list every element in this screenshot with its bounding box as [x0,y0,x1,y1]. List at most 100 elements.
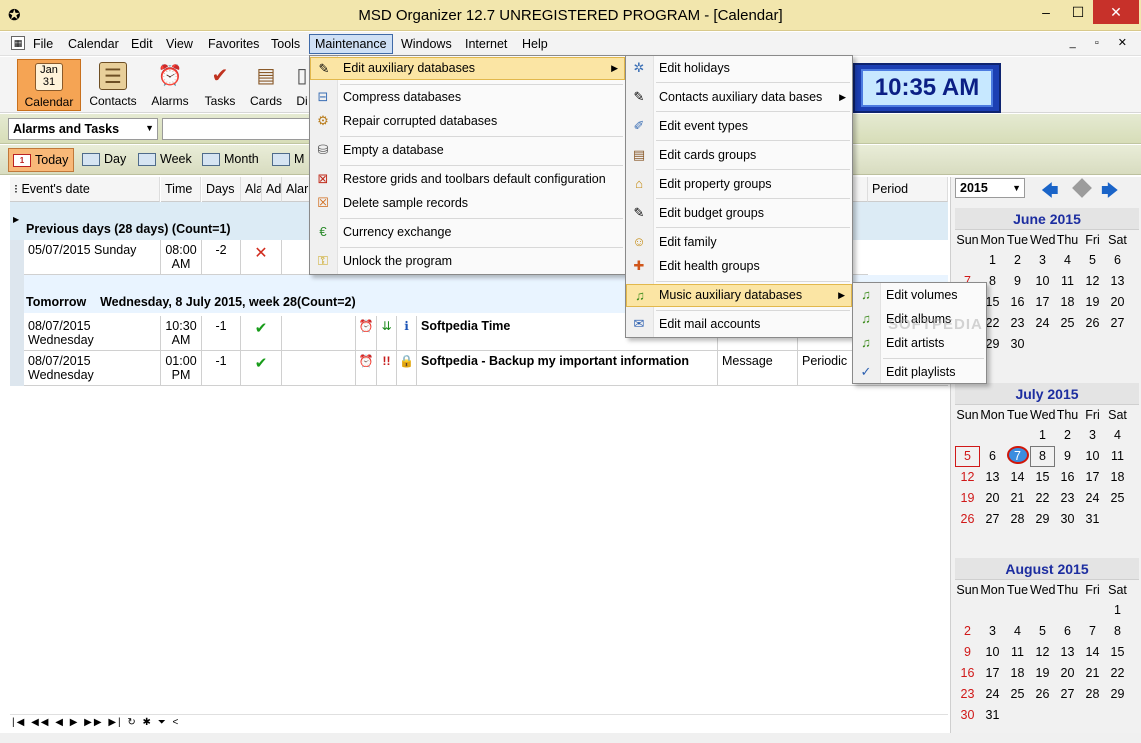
menu-item-edit-auxiliary-databases[interactable]: ✎ Edit auxiliary databases ▶ [310,57,625,80]
calendar-day[interactable]: 26 [955,509,980,530]
calendar-day[interactable]: 24 [980,684,1005,705]
alarms-type-select[interactable]: Alarms and Tasks ▼ [8,118,158,140]
toolbar-cards-button[interactable]: ▤ Cards [244,59,288,111]
calendar-day[interactable]: 8 [1030,446,1055,467]
calendar-day[interactable]: 1 [1030,425,1055,446]
calendar-day[interactable]: 2 [1055,425,1080,446]
month-title[interactable]: July 2015 [955,383,1139,405]
calendar-day[interactable]: 9 [1005,271,1030,292]
calendar-day[interactable]: 23 [955,684,980,705]
calendar-day[interactable]: 25 [1005,684,1030,705]
col-header-date[interactable]: ⁝ Event's date [10,177,160,202]
calendar-day[interactable]: 27 [1055,684,1080,705]
menu-item-edit-volumes[interactable]: ♫ Edit volumes [853,284,986,307]
menu-item-music-aux-databases[interactable]: ♫ Music auxiliary databases ▶ [626,284,852,307]
calendar-day[interactable]: 7 [1080,621,1105,642]
close-button[interactable]: ✕ [1093,0,1139,24]
maximize-button[interactable]: ☐ [1063,0,1093,24]
calendar-day[interactable]: 27 [980,509,1005,530]
calendar-day[interactable]: 31 [1080,509,1105,530]
calendar-day[interactable]: 7 [1005,446,1030,467]
toolbar-calendar-button[interactable]: Jan 31 Calendar [17,59,81,111]
menu-item-unlock-program[interactable]: ⚿ Unlock the program [310,250,625,273]
current-month-diamond-icon[interactable] [1072,178,1092,198]
calendar-day[interactable]: 14 [1080,642,1105,663]
calendar-day[interactable]: 10 [1080,446,1105,467]
calendar-day[interactable]: 11 [1005,642,1030,663]
calendar-day[interactable]: 17 [980,663,1005,684]
calendar-day[interactable]: 6 [980,446,1005,467]
calendar-day[interactable]: 18 [1055,292,1080,313]
menu-calendar[interactable]: Calendar [63,34,124,54]
calendar-day[interactable]: 15 [1030,467,1055,488]
calendar-day[interactable]: 11 [1055,271,1080,292]
calendar-day[interactable]: 9 [955,642,980,663]
calendar-day[interactable]: 13 [1055,642,1080,663]
menu-item-edit-budget-groups[interactable]: ✎ Edit budget groups [626,202,852,225]
calendar-day[interactable]: 17 [1080,467,1105,488]
menu-item-restore-grids[interactable]: ⊠ Restore grids and toolbars default con… [310,168,625,191]
toolbar-contacts-button[interactable]: ☰ Contacts [84,59,142,111]
prev-month-arrow-icon[interactable]: 🡄 [1041,178,1059,207]
calendar-day[interactable]: 20 [1055,663,1080,684]
calendar-day[interactable]: 20 [980,488,1005,509]
table-row[interactable]: 08/07/2015 Wednesday 01:00 PM -1 ✔ ⏰ !! … [10,351,948,386]
menu-item-delete-sample-records[interactable]: ☒ Delete sample records [310,192,625,215]
menu-item-edit-holidays[interactable]: ✲ Edit holidays [626,57,852,80]
calendar-day[interactable]: 10 [980,642,1005,663]
calendar-day[interactable]: 19 [1080,292,1105,313]
month-title[interactable]: June 2015 [955,208,1139,230]
menu-item-compress-databases[interactable]: ⊟ Compress databases [310,86,625,109]
menu-item-currency-exchange[interactable]: € Currency exchange [310,221,625,244]
calendar-day[interactable]: 19 [955,488,980,509]
toolbar-alarms-button[interactable]: ⏰ Alarms [146,59,194,111]
menu-item-edit-family[interactable]: ☺ Edit family [626,231,852,254]
menu-item-edit-health-groups[interactable]: ✚ Edit health groups [626,255,852,278]
calendar-day[interactable]: 6 [1105,250,1130,271]
calendar-day[interactable]: 3 [1080,425,1105,446]
calendar-day[interactable]: 12 [1080,271,1105,292]
calendar-day[interactable]: 3 [980,621,1005,642]
col-header-days[interactable]: Days [202,177,241,202]
calendar-day[interactable]: 13 [1105,271,1130,292]
calendar-day[interactable]: 1 [1105,600,1130,621]
calendar-day[interactable]: 16 [1005,292,1030,313]
menu-item-edit-playlists[interactable]: ✓ Edit playlists [853,361,986,384]
col-header-time[interactable]: Time [161,177,201,202]
menu-maintenance[interactable]: Maintenance [309,34,393,54]
record-navigator[interactable]: |◀ ◀◀ ◀ ▶ ▶▶ ▶| ↻ ✱ ⏷ < [10,714,948,732]
calendar-day[interactable]: 29 [1105,684,1130,705]
calendar-day[interactable]: 27 [1105,313,1130,334]
calendar-day[interactable]: 18 [1005,663,1030,684]
calendar-day[interactable]: 2 [1005,250,1030,271]
menu-windows[interactable]: Windows [396,34,457,54]
col-header-period[interactable]: Period [868,177,948,202]
toolbar-tasks-button[interactable]: ✔ Tasks [198,59,242,111]
calendar-day[interactable]: 31 [980,705,1005,726]
minimize-button[interactable]: – [1031,0,1061,24]
menu-item-edit-property-groups[interactable]: ⌂ Edit property groups [626,173,852,196]
view-day-button[interactable]: Day [78,148,131,172]
mdi-window-controls[interactable]: _ ▫ ✕ [1070,36,1135,49]
menu-item-contacts-aux-databases[interactable]: ✎ Contacts auxiliary data bases ▶ [626,86,852,109]
calendar-day[interactable]: 19 [1030,663,1055,684]
calendar-day[interactable]: 17 [1030,292,1055,313]
calendar-day[interactable]: 9 [1055,446,1080,467]
calendar-day[interactable]: 11 [1105,446,1130,467]
calendar-day[interactable]: 14 [1005,467,1030,488]
calendar-day[interactable]: 28 [1005,509,1030,530]
menu-item-edit-event-types[interactable]: ✐ Edit event types [626,115,852,138]
month-title[interactable]: August 2015 [955,558,1139,580]
calendar-day[interactable]: 30 [955,705,980,726]
menu-item-edit-cards-groups[interactable]: ▤ Edit cards groups [626,144,852,167]
view-more-button[interactable]: M [268,148,309,172]
next-month-arrow-icon[interactable]: 🡆 [1101,178,1119,207]
menu-item-repair-databases[interactable]: ⚙ Repair corrupted databases [310,110,625,133]
calendar-day[interactable]: 28 [1080,684,1105,705]
view-month-button[interactable]: Month [198,148,264,172]
calendar-day[interactable]: 5 [1030,621,1055,642]
calendar-day[interactable]: 13 [980,467,1005,488]
menu-item-edit-artists[interactable]: ♫ Edit artists [853,332,986,355]
view-today-button[interactable]: 1 Today [8,148,75,172]
year-select[interactable]: 2015 ▼ [955,178,1025,198]
